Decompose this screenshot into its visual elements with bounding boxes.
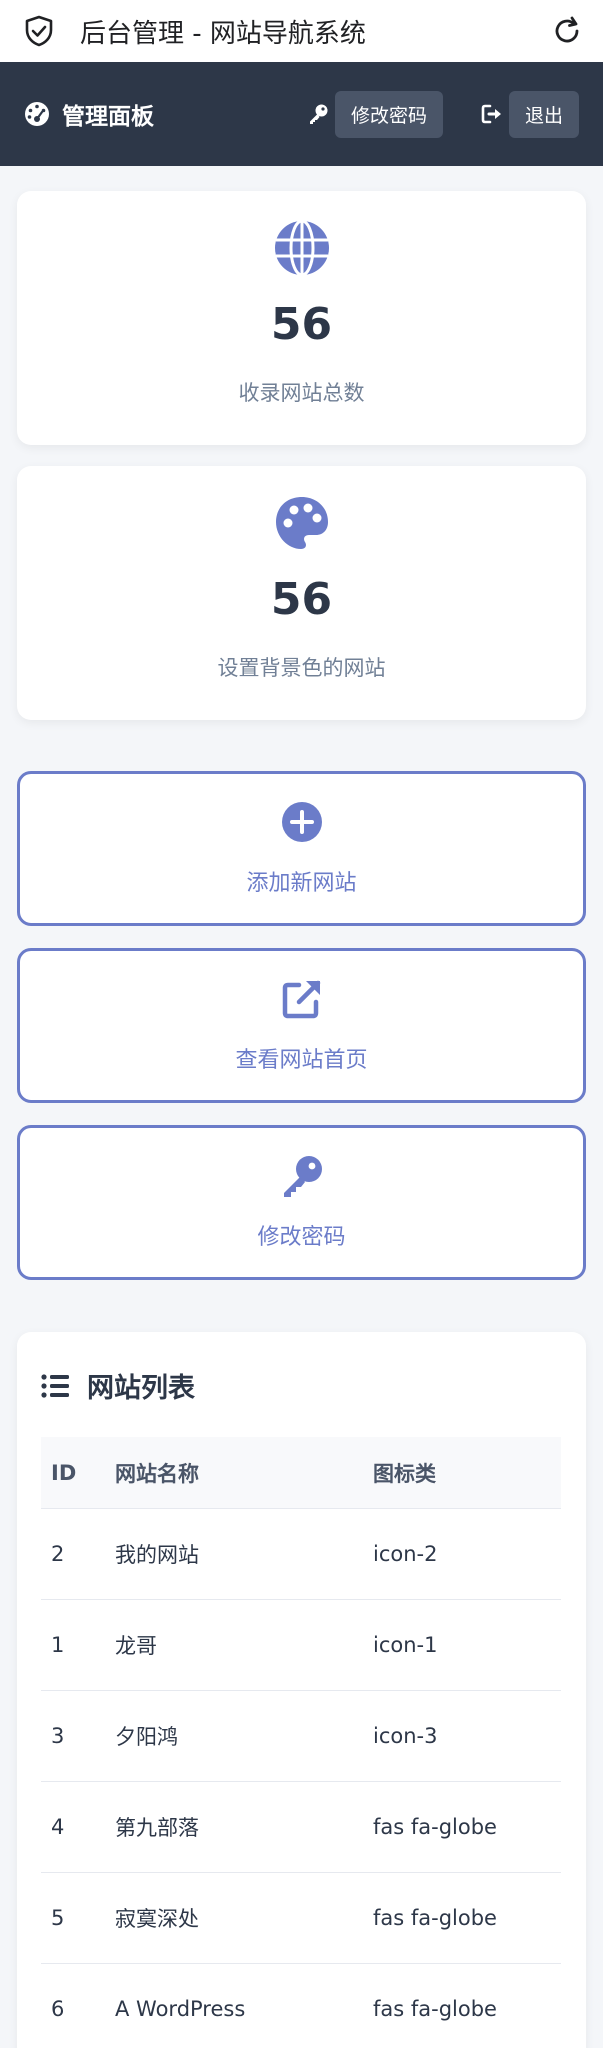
brand-label: 管理面板 xyxy=(62,104,154,130)
cell-name: 第九部落 xyxy=(115,1816,199,1840)
stat-label: 设置背景色的网站 xyxy=(217,656,386,680)
stat-card-total-sites: 56 收录网站总数 xyxy=(17,191,586,445)
cell-id: 6 xyxy=(51,1997,65,2021)
column-header-name: 网站名称 xyxy=(115,1461,199,1486)
table-row[interactable]: 2 我的网站 icon-2 xyxy=(41,1509,561,1600)
add-site-card[interactable]: 添加新网站 xyxy=(17,771,586,926)
cell-name: 我的网站 xyxy=(115,1543,199,1567)
change-password-card[interactable]: 修改密码 xyxy=(17,1125,586,1280)
site-list-title: 网站列表 xyxy=(87,1373,195,1404)
table-header-row: ID 网站名称 图标类 xyxy=(41,1437,561,1509)
dashboard-icon xyxy=(24,100,52,128)
change-password-button[interactable]: 修改密码 xyxy=(334,90,443,138)
cell-icon-class: icon-2 xyxy=(373,1542,438,1566)
brand[interactable]: 管理面板 xyxy=(24,97,305,131)
table-row[interactable]: 6 A WordPress fas fa-globe xyxy=(41,1964,561,2048)
palette-icon xyxy=(273,494,331,552)
cell-icon-class: icon-1 xyxy=(373,1633,438,1657)
cell-icon-class: fas fa-globe xyxy=(373,1815,497,1839)
site-list-card: 网站列表 ID 网站名称 图标类 2 我的网站 icon-2 1 龙哥 icon… xyxy=(17,1332,586,2048)
column-header-icon-class: 图标类 xyxy=(373,1461,436,1486)
cell-id: 4 xyxy=(51,1815,65,1839)
browser-bar: 后台管理 - 网站导航系统 xyxy=(0,0,603,62)
view-homepage-card[interactable]: 查看网站首页 xyxy=(17,948,586,1103)
table-row[interactable]: 3 夕阳鸿 icon-3 xyxy=(41,1691,561,1782)
key-icon xyxy=(280,1154,324,1198)
globe-icon xyxy=(273,219,331,277)
external-link-icon xyxy=(280,977,324,1021)
cell-id: 5 xyxy=(51,1906,65,1930)
change-password-label: 修改密码 xyxy=(257,1225,346,1250)
header-logout[interactable]: 退出 xyxy=(479,90,579,138)
key-icon xyxy=(305,101,331,127)
cell-name: 龙哥 xyxy=(115,1634,157,1658)
shield-check-icon xyxy=(22,14,56,48)
cell-icon-class: fas fa-globe xyxy=(373,1906,497,1930)
add-site-label: 添加新网站 xyxy=(246,871,357,896)
table-row[interactable]: 5 寂寞深处 fas fa-globe xyxy=(41,1873,561,1964)
cell-icon-class: fas fa-globe xyxy=(373,1997,497,2021)
stat-value: 56 xyxy=(270,574,333,625)
table-row[interactable]: 4 第九部落 fas fa-globe xyxy=(41,1782,561,1873)
site-table: ID 网站名称 图标类 2 我的网站 icon-2 1 龙哥 icon-1 3 … xyxy=(41,1437,561,2048)
cell-name: A WordPress xyxy=(115,1997,246,2021)
view-homepage-label: 查看网站首页 xyxy=(235,1048,368,1073)
cell-id: 1 xyxy=(51,1633,65,1657)
table-row[interactable]: 1 龙哥 icon-1 xyxy=(41,1600,561,1691)
cell-id: 2 xyxy=(51,1542,65,1566)
logout-button[interactable]: 退出 xyxy=(508,90,579,138)
cell-name: 寂寞深处 xyxy=(115,1907,199,1931)
cell-id: 3 xyxy=(51,1724,65,1748)
reload-icon[interactable] xyxy=(549,13,585,49)
stat-label: 收录网站总数 xyxy=(238,381,365,405)
cell-name: 夕阳鸿 xyxy=(115,1725,178,1749)
cell-icon-class: icon-3 xyxy=(373,1724,438,1748)
stat-card-bg-color-sites: 56 设置背景色的网站 xyxy=(17,466,586,720)
plus-circle-icon xyxy=(280,800,324,844)
stat-value: 56 xyxy=(270,299,333,350)
column-header-id: ID xyxy=(51,1460,77,1485)
site-list-heading: 网站列表 xyxy=(41,1366,195,1405)
header-change-password[interactable]: 修改密码 xyxy=(305,90,443,138)
list-icon xyxy=(41,1373,71,1399)
browser-title: 后台管理 - 网站导航系统 xyxy=(80,18,366,49)
sign-out-icon xyxy=(479,101,505,127)
app-header: 管理面板 修改密码 退出 xyxy=(0,62,603,166)
